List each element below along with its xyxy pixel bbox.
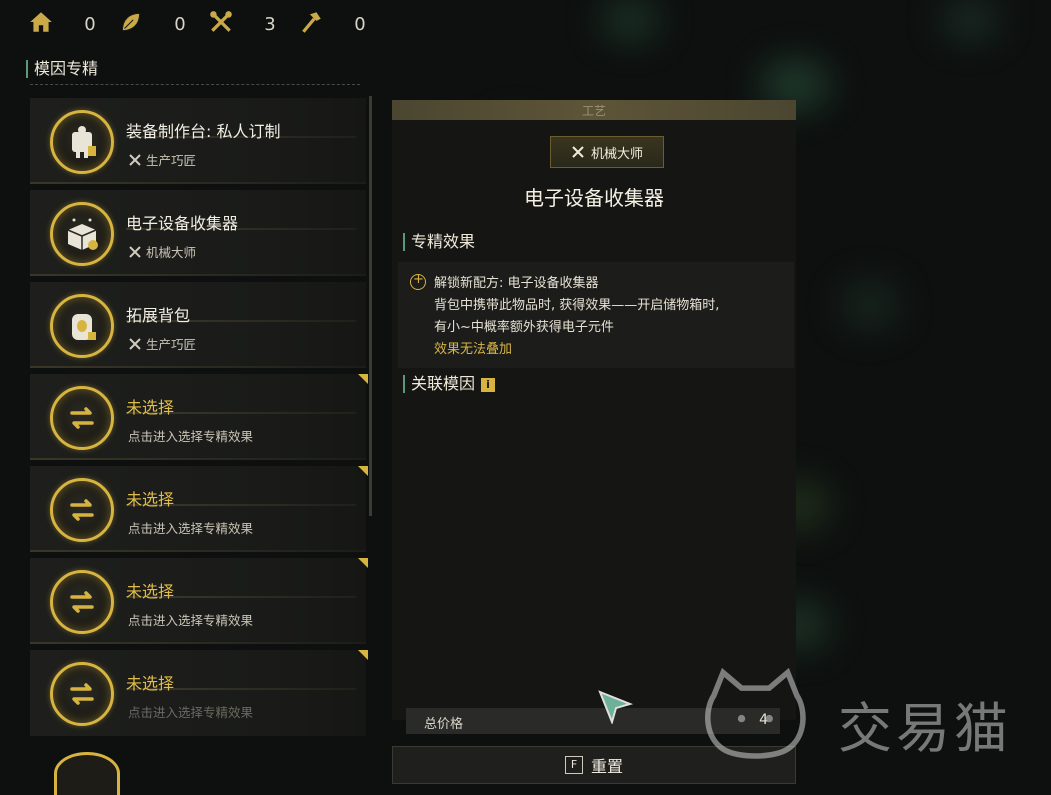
meme-list: 装备制作台: 私人订制 生产巧匠 电子设备收集器 机械大师 拓展背包 生产巧匠 — [30, 98, 368, 742]
backpack-icon — [50, 294, 114, 358]
effect-box: 解锁新配方: 电子设备收集器 背包中携带此物品时, 获得效果——开启储物箱时, … — [398, 262, 794, 368]
item-title: 未选择 — [126, 490, 175, 509]
item-title: 未选择 — [126, 398, 175, 417]
list-item[interactable]: 拓展背包 生产巧匠 — [30, 282, 366, 368]
resource-bar: 0 0 3 0 — [28, 8, 388, 40]
item-title: 未选择 — [126, 582, 175, 601]
item-subtitle: 点击进入选择专精效果 — [128, 705, 254, 720]
effect-line: 解锁新配方: 电子设备收集器 — [434, 276, 599, 291]
info-icon[interactable]: i — [481, 378, 496, 392]
tools-icon — [129, 337, 141, 350]
craft-label: 工艺 — [581, 104, 606, 118]
list-item[interactable]: 未选择 点击进入选择专精效果 — [30, 374, 368, 460]
effect-line: 背包中携带此物品时, 获得效果——开启储物箱时, — [434, 298, 720, 313]
corner-marker — [358, 650, 368, 660]
item-subtitle: 机械大师 — [128, 242, 196, 261]
home-icon — [28, 9, 54, 39]
price-label: 总价格 — [424, 717, 464, 732]
resource-value: 0 — [84, 13, 96, 35]
plus-icon — [410, 272, 426, 290]
tools-icon — [129, 153, 141, 166]
list-item[interactable]: 未选择 点击进入选择专精效果 — [30, 558, 368, 644]
list-item[interactable]: 未选择 点击进入选择专精效果 — [30, 466, 368, 552]
resource-leaf: 0 — [118, 9, 186, 39]
effect-note: 效果无法叠加 — [434, 342, 513, 357]
effect-line: 有小~中概率额外获得电子元件 — [434, 320, 614, 335]
list-scrollbar[interactable] — [369, 96, 372, 516]
watermark-text: 交易猫 — [838, 697, 1012, 760]
bg-glow — [940, 0, 1000, 40]
key-hint: F — [564, 756, 583, 774]
resource-value: 0 — [354, 13, 366, 35]
swap-icon — [50, 386, 114, 450]
item-subtitle: 点击进入选择专精效果 — [128, 521, 254, 536]
effects-heading: 专精效果 — [403, 233, 475, 251]
tools-icon — [129, 245, 141, 258]
item-subtitle: 点击进入选择专精效果 — [128, 613, 254, 628]
list-item[interactable]: 电子设备收集器 机械大师 — [30, 190, 366, 276]
workbench-icon — [50, 110, 114, 174]
related-heading: 关联模因 i — [403, 374, 496, 393]
resource-value: 3 — [264, 13, 276, 35]
resource-value: 0 — [174, 13, 186, 35]
swap-icon — [50, 662, 114, 726]
swap-icon — [50, 570, 114, 634]
list-item[interactable]: 未选择 点击进入选择专精效果 — [30, 650, 368, 736]
divider — [30, 458, 366, 460]
item-sub-label: 生产巧匠 — [146, 153, 197, 168]
bg-glow — [600, 0, 660, 40]
item-title: 拓展背包 — [126, 306, 191, 325]
item-title: 装备制作台: 私人订制 — [126, 122, 281, 141]
corner-marker — [358, 558, 368, 568]
cursor-icon — [598, 690, 634, 724]
craft-bar: 工艺 — [392, 100, 796, 120]
bg-glow — [840, 280, 900, 330]
reset-label: 重置 — [590, 757, 623, 776]
swap-icon — [50, 478, 114, 542]
electronic-collector-icon — [50, 202, 114, 266]
divider — [30, 274, 366, 276]
item-sub-label: 生产巧匠 — [146, 337, 197, 352]
skill-tab-label: 机械大师 — [590, 146, 643, 162]
tools-icon — [572, 146, 584, 158]
related-heading-label: 关联模因 — [411, 374, 476, 393]
corner-marker — [358, 374, 368, 384]
corner-marker — [358, 466, 368, 476]
resource-tools: 3 — [208, 9, 276, 39]
watermark-cat-icon — [705, 667, 806, 759]
bottom-badge-icon — [54, 752, 120, 795]
resource-hammer: 0 — [298, 9, 366, 39]
item-subtitle: 点击进入选择专精效果 — [128, 429, 254, 444]
hammer-icon — [298, 9, 324, 39]
resource-home: 0 — [28, 9, 96, 39]
tools-icon — [208, 9, 234, 39]
leaf-icon — [118, 9, 144, 39]
divider — [30, 366, 366, 368]
detail-title: 电子设备收集器 — [524, 186, 664, 210]
item-title: 电子设备收集器 — [126, 214, 239, 233]
item-title: 未选择 — [126, 674, 175, 693]
item-subtitle: 生产巧匠 — [128, 334, 196, 353]
section-title: 模因专精 — [26, 60, 98, 78]
skill-tab: 机械大师 — [550, 136, 664, 168]
item-sub-label: 机械大师 — [146, 245, 197, 260]
divider — [30, 182, 366, 184]
list-item[interactable]: 装备制作台: 私人订制 生产巧匠 — [30, 98, 366, 184]
section-divider — [30, 84, 360, 86]
divider — [30, 642, 366, 644]
divider — [30, 550, 366, 552]
item-subtitle: 生产巧匠 — [128, 150, 196, 169]
